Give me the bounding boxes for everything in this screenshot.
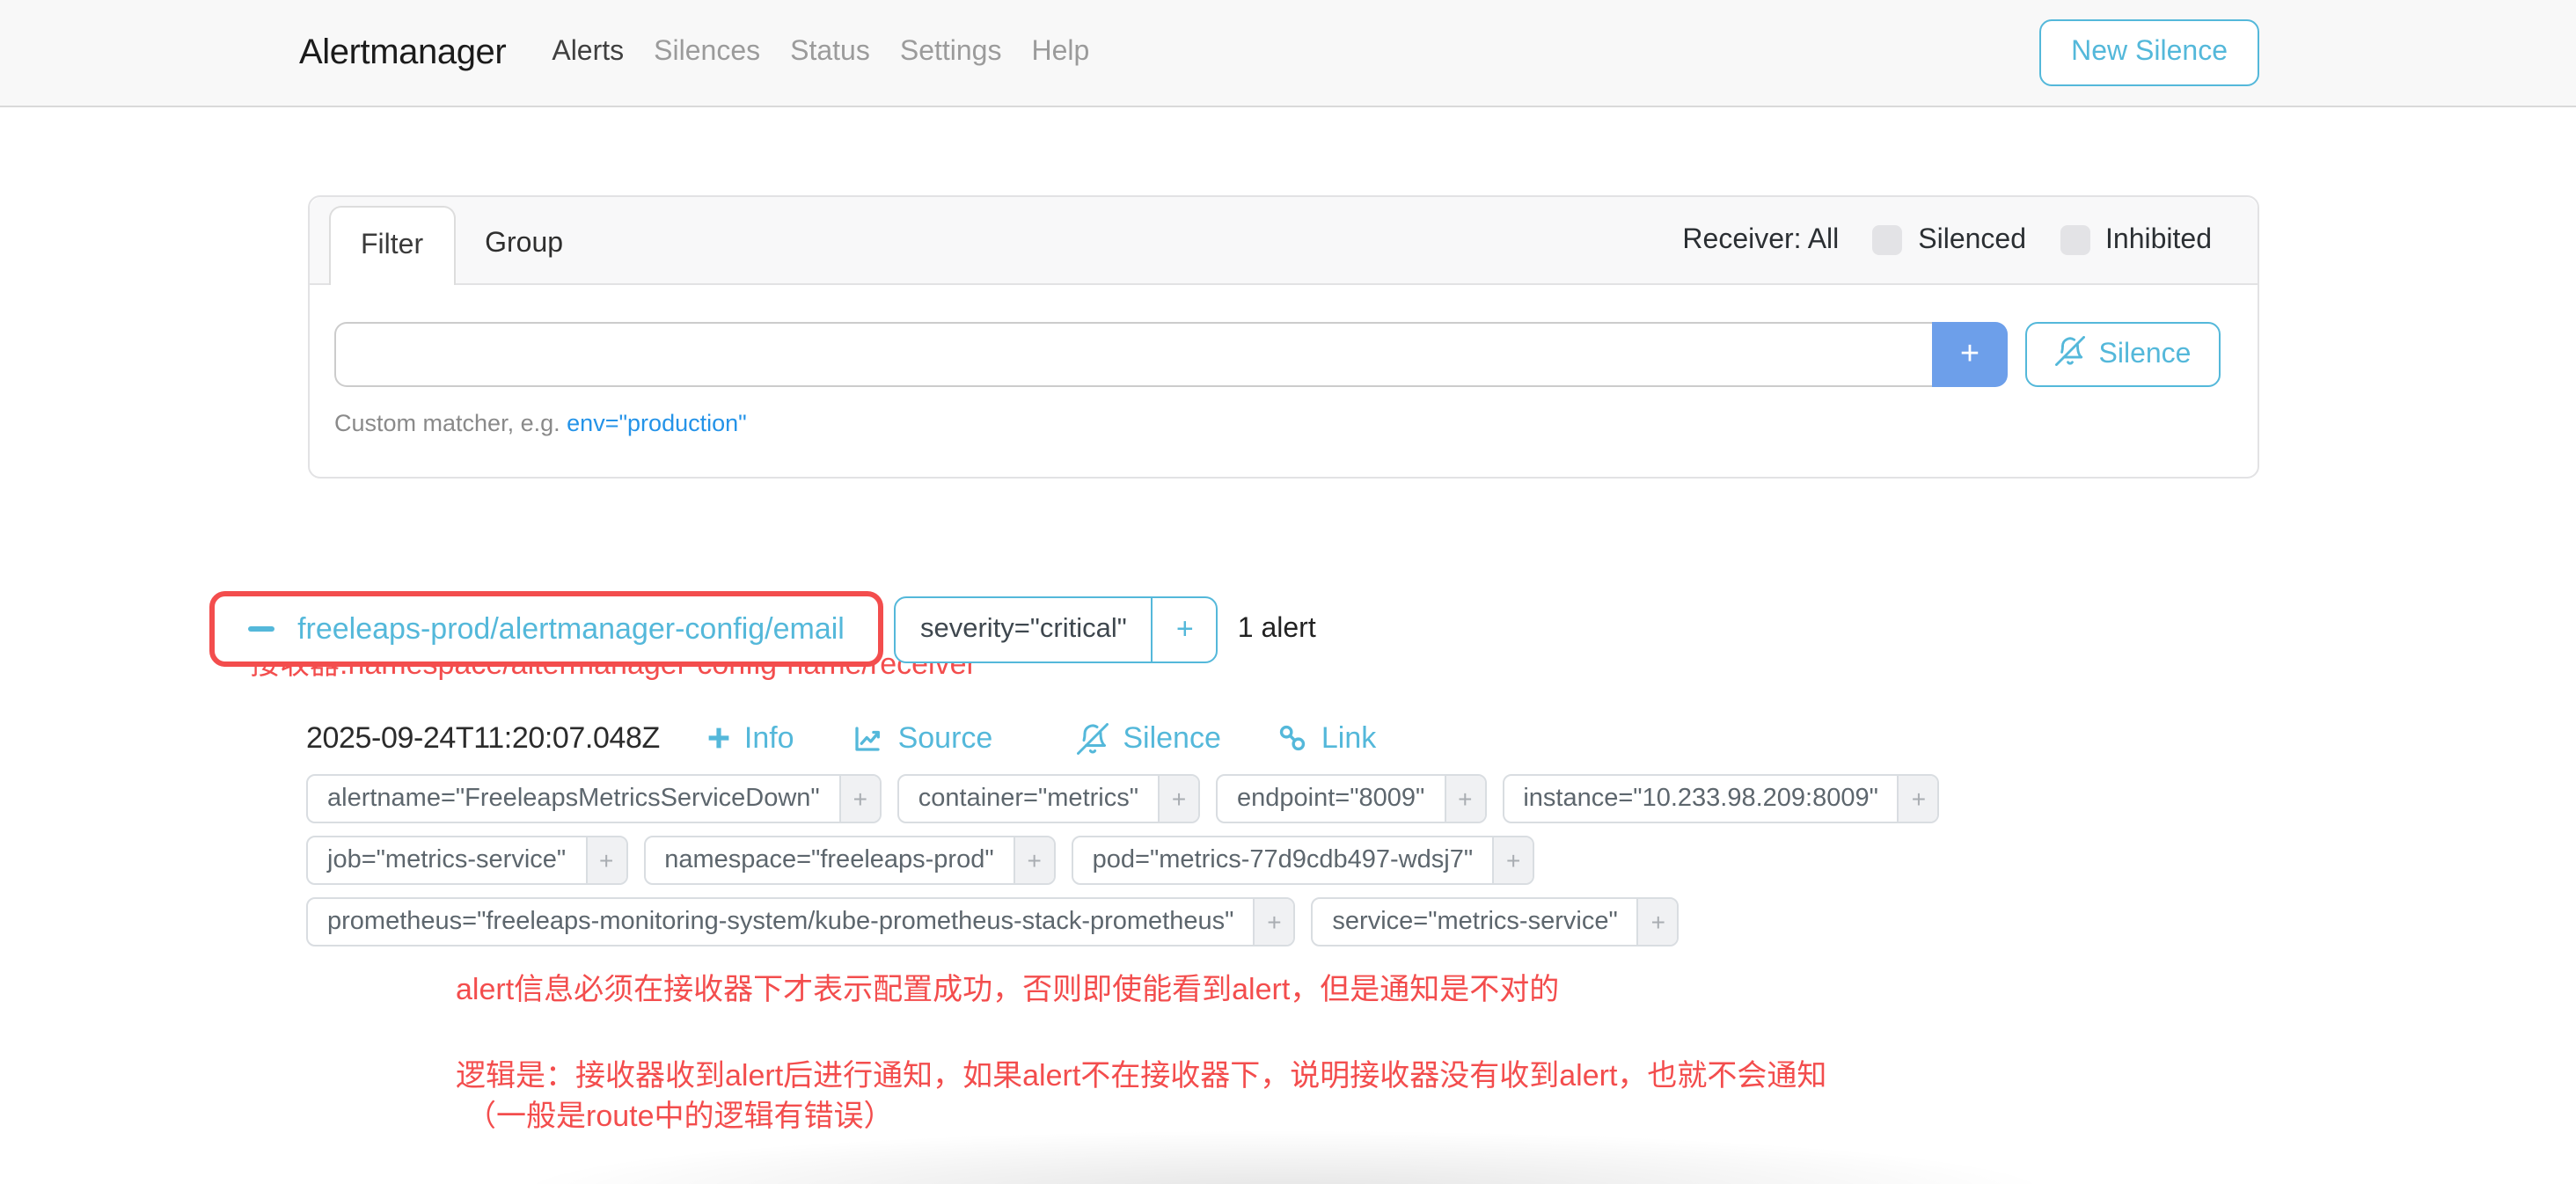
nav-links: Alerts Silences Status Settings Help (552, 37, 1089, 69)
filter-card-body: + Silence (310, 285, 2258, 436)
info-link-label: Info (744, 720, 794, 756)
matcher-input-group: + Silence (334, 322, 2221, 387)
severity-matcher-label[interactable]: severity="critical" (896, 597, 1152, 661)
tab-filter[interactable]: Filter (329, 206, 455, 285)
new-silence-button[interactable]: New Silence (2039, 19, 2259, 86)
receiver-group-name: freeleaps-prod/alertmanager-config/email (297, 611, 845, 647)
label-add-button[interactable]: + (1444, 776, 1484, 822)
annotation-line1: alert信息必须在接收器下才表示配置成功，否则即使能看到alert，但是通知是… (456, 964, 1559, 1008)
label-container[interactable]: container="metrics"+ (897, 774, 1200, 823)
label-endpoint[interactable]: endpoint="8009"+ (1216, 774, 1486, 823)
label-pod[interactable]: pod="metrics-77d9cdb497-wdsj7"+ (1072, 836, 1534, 885)
source-link[interactable]: Source (853, 720, 993, 756)
label-row: prometheus="freeleaps-monitoring-system/… (306, 897, 1940, 946)
silence-filter-label: Silence (2099, 339, 2192, 370)
inhibited-checkbox[interactable] (2060, 225, 2089, 255)
alert-timestamp: 2025-09-24T11:20:07.048Z (306, 720, 660, 756)
matcher-example-link[interactable]: env="production" (567, 410, 747, 436)
alert-count: 1 alert (1238, 613, 1316, 645)
severity-matcher-chip: severity="critical" + (894, 596, 1218, 662)
nav-item-settings[interactable]: Settings (900, 37, 1002, 69)
app-title: Alertmanager (299, 33, 506, 73)
helper-text: Custom matcher, e.g. (334, 410, 560, 436)
chart-icon (853, 722, 884, 754)
nav-item-help[interactable]: Help (1031, 37, 1089, 69)
alert-labels: alertname="FreeleapsMetricsServiceDown"+… (306, 774, 1940, 959)
label-add-button[interactable]: + (1253, 899, 1293, 945)
bell-slash-icon (2055, 335, 2085, 374)
label-row: job="metrics-service"+ namespace="freele… (306, 836, 1940, 885)
label-namespace[interactable]: namespace="freeleaps-prod"+ (643, 836, 1055, 885)
label-add-button[interactable]: + (1898, 776, 1938, 822)
silenced-label[interactable]: Silenced (1918, 224, 2026, 256)
annotation-line2: 逻辑是：接收器收到alert后进行通知，如果alert不在接收器下，说明接收器没… (456, 1050, 1826, 1094)
minus-icon (248, 626, 274, 632)
label-add-button[interactable]: + (585, 837, 626, 883)
silence-filter-button[interactable]: Silence (2025, 322, 2221, 387)
alert-link[interactable]: Link (1277, 720, 1376, 756)
label-prometheus[interactable]: prometheus="freeleaps-monitoring-system/… (306, 897, 1295, 946)
source-link-label: Source (898, 720, 993, 756)
label-add-button[interactable]: + (1492, 837, 1533, 883)
receiver-filter-dropdown[interactable]: Receiver: All (1682, 224, 1839, 256)
silenced-checkbox[interactable] (1872, 225, 1902, 255)
main-content: Filter Group Receiver: All Silenced Inhi… (0, 107, 2576, 1184)
filter-options: Receiver: All Silenced Inhibited (1682, 197, 2212, 283)
label-alertname[interactable]: alertname="FreeleapsMetricsServiceDown"+ (306, 774, 882, 823)
filter-card-header: Filter Group Receiver: All Silenced Inhi… (310, 197, 2258, 285)
navbar: Alertmanager Alerts Silences Status Sett… (0, 0, 2576, 107)
label-job[interactable]: job="metrics-service"+ (306, 836, 627, 885)
page: Alertmanager Alerts Silences Status Sett… (0, 0, 2576, 1184)
tab-group[interactable]: Group (455, 206, 593, 283)
bell-slash-icon (1077, 722, 1109, 754)
silence-link[interactable]: Silence (1077, 720, 1221, 756)
severity-matcher-add-button[interactable]: + (1152, 597, 1217, 661)
nav-item-silences[interactable]: Silences (654, 37, 760, 69)
alert-link-label: Link (1321, 720, 1376, 756)
plus-icon (707, 727, 730, 749)
receiver-group-row: freeleaps-prod/alertmanager-config/email… (209, 591, 1316, 667)
label-add-button[interactable]: + (1637, 899, 1678, 945)
filter-card: Filter Group Receiver: All Silenced Inhi… (308, 195, 2259, 479)
label-row: alertname="FreeleapsMetricsServiceDown"+… (306, 774, 1940, 823)
inhibited-label[interactable]: Inhibited (2105, 224, 2212, 256)
label-add-button[interactable]: + (1014, 837, 1054, 883)
nav-item-alerts[interactable]: Alerts (552, 37, 624, 69)
info-link[interactable]: Info (707, 720, 794, 756)
label-instance[interactable]: instance="10.233.98.209:8009"+ (1502, 774, 1940, 823)
nav-item-status[interactable]: Status (790, 37, 870, 69)
alert-header-row: 2025-09-24T11:20:07.048Z Info Source (306, 716, 1376, 760)
label-add-button[interactable]: + (839, 776, 880, 822)
silence-link-label: Silence (1123, 720, 1221, 756)
matcher-input[interactable] (334, 322, 1932, 387)
label-add-button[interactable]: + (1158, 776, 1198, 822)
annotation-line3: （一般是route中的逻辑有错误） (466, 1091, 894, 1135)
bottom-shadow (528, 1131, 2041, 1184)
link-icon (1277, 723, 1307, 753)
label-service[interactable]: service="metrics-service"+ (1311, 897, 1679, 946)
add-matcher-button[interactable]: + (1932, 322, 2008, 387)
receiver-group-button[interactable]: freeleaps-prod/alertmanager-config/email (209, 591, 883, 667)
matcher-helper: Custom matcher, e.g. env="production" (334, 410, 2221, 436)
